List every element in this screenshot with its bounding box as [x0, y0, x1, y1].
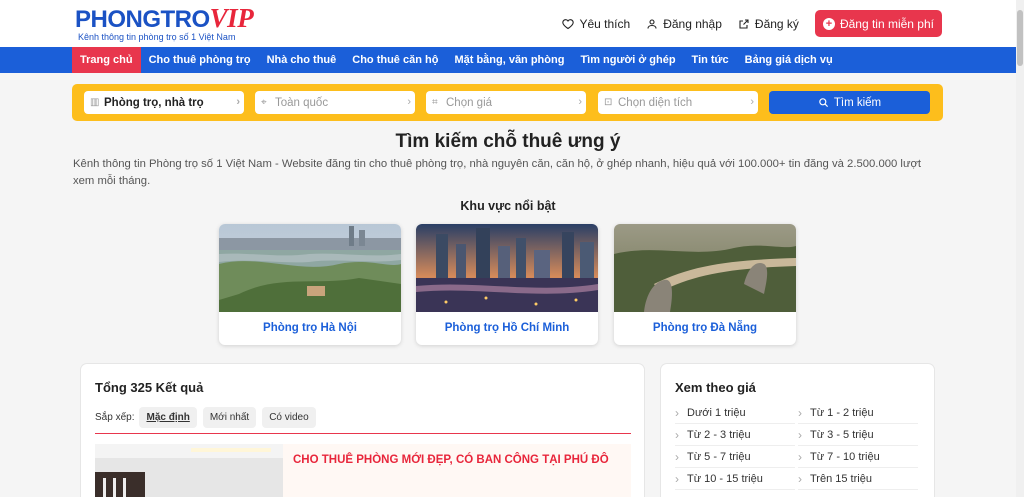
sort-video-button[interactable]: Có video: [262, 407, 316, 428]
main-nav: Trang chủ Cho thuê phòng trọ Nhà cho thu…: [0, 47, 1024, 73]
price-link[interactable]: Từ 5 - 7 triệu: [675, 446, 795, 468]
login-link[interactable]: Đăng nhập: [646, 17, 722, 31]
post-free-label: Đăng tin miễn phí: [839, 16, 934, 31]
listing-title[interactable]: CHO THUÊ PHÒNG MỚI ĐẸP, CÓ BAN CÔNG TẠI …: [293, 454, 623, 466]
intro-text: Kênh thông tin Phòng trọ số 1 Việt Nam -…: [73, 158, 922, 187]
area-select[interactable]: ⊡ Chọn diện tích ›: [598, 91, 758, 114]
category-select[interactable]: ▥ Phòng trọ, nhà trọ ›: [84, 91, 244, 114]
city-card-hochiminh[interactable]: Phòng trọ Hồ Chí Minh: [416, 224, 598, 345]
price-filter-panel: Xem theo giá Dưới 1 triệu Từ 1 - 2 triệu…: [661, 364, 934, 497]
city-label-hochiminh: Phòng trọ Hồ Chí Minh: [444, 322, 570, 334]
post-free-button[interactable]: + Đăng tin miễn phí: [814, 10, 942, 37]
nav-item-offices[interactable]: Mặt bằng, văn phòng: [446, 47, 572, 73]
danang-image: [614, 224, 796, 312]
favorites-label: Yêu thích: [579, 16, 631, 31]
listing-highlight: [283, 444, 631, 497]
login-label: Đăng nhập: [663, 16, 722, 31]
location-select[interactable]: ⌖ Toàn quốc ›: [255, 91, 415, 114]
city-card-hanoi[interactable]: Phòng trọ Hà Nội: [219, 224, 401, 345]
nav-item-rooms[interactable]: Cho thuê phòng trọ: [141, 47, 259, 73]
building-icon: ▥: [90, 97, 100, 108]
price-link[interactable]: Từ 3 - 5 triệu: [798, 424, 918, 446]
header-actions: Yêu thích Đăng nhập Đăng ký + Đăng tin m…: [546, 10, 942, 37]
register-label: Đăng ký: [754, 16, 799, 31]
price-value: Chọn giá: [446, 96, 493, 109]
category-value: Phòng trọ, nhà trọ: [104, 96, 204, 109]
price-select[interactable]: ⌗ Chọn giá ›: [426, 91, 586, 114]
user-icon: [647, 18, 657, 29]
hanoi-image: [219, 224, 401, 312]
nav-item-roommates[interactable]: Tìm người ở ghép: [572, 47, 683, 73]
price-link[interactable]: Trên 15 triệu: [798, 468, 918, 490]
results-panel: Tổng 325 Kết quả Sắp xếp: Mặc định Mới n…: [81, 364, 644, 497]
price-link[interactable]: Từ 1 - 2 triệu: [798, 402, 918, 424]
heart-icon: [562, 18, 575, 29]
tag-icon: ⌗: [432, 97, 438, 108]
price-link[interactable]: Từ 7 - 10 triệu: [798, 446, 918, 468]
location-value: Toàn quốc: [275, 96, 329, 109]
sort-default-button[interactable]: Mặc định: [139, 407, 197, 428]
favorites-link[interactable]: Yêu thích: [562, 17, 630, 31]
nav-item-houses[interactable]: Nhà cho thuê: [259, 47, 345, 73]
site-logo[interactable]: PHONGTROVIP Kênh thông tin phòng trọ số …: [75, 3, 254, 42]
chevron-right-icon: ›: [407, 96, 411, 108]
sort-bar: Sắp xếp: Mặc định Mới nhất Có video: [95, 407, 322, 428]
site-header: PHONGTROVIP Kênh thông tin phòng trọ số …: [0, 0, 1024, 47]
hochiminh-image: [416, 224, 598, 312]
price-filter-title: Xem theo giá: [675, 380, 756, 395]
price-link[interactable]: Từ 10 - 15 triệu: [675, 468, 795, 490]
crop-icon: ⊡: [604, 97, 613, 108]
featured-areas-title: Khu vực nổi bật: [460, 199, 556, 213]
nav-item-home[interactable]: Trang chủ: [72, 47, 141, 73]
search-icon: [819, 98, 828, 108]
divider: [95, 433, 631, 434]
results-count-title: Tổng 325 Kết quả: [95, 380, 204, 395]
nav-item-news[interactable]: Tin tức: [684, 47, 737, 73]
chevron-right-icon: ›: [236, 96, 240, 108]
price-link[interactable]: Dưới 1 triệu: [675, 402, 795, 424]
plus-icon: +: [822, 17, 835, 30]
search-button-label: Tìm kiếm: [833, 96, 882, 109]
search-bar: ▥ Phòng trọ, nhà trọ › ⌖ Toàn quốc › ⌗ C…: [72, 84, 943, 121]
city-card-danang[interactable]: Phòng trọ Đà Nẵng: [614, 224, 796, 345]
page-title: Tìm kiếm chỗ thuê ưng ý: [395, 131, 621, 152]
page-scrollbar[interactable]: [1016, 0, 1024, 497]
city-label-danang: Phòng trọ Đà Nẵng: [652, 322, 758, 334]
logo-tagline: Kênh thông tin phòng trọ số 1 Việt Nam: [78, 32, 236, 42]
sort-newest-button[interactable]: Mới nhất: [202, 407, 257, 428]
search-button[interactable]: Tìm kiếm: [769, 91, 930, 114]
nav-item-apartments[interactable]: Cho thuê căn hộ: [344, 47, 446, 73]
chevron-right-icon: ›: [750, 96, 754, 108]
listing-thumbnail[interactable]: [95, 444, 283, 497]
chevron-right-icon: ›: [578, 96, 582, 108]
sort-label: Sắp xếp:: [95, 412, 135, 423]
logo-text-vip: VIP: [209, 3, 254, 33]
area-value: Chọn diện tích: [618, 96, 693, 109]
scrollbar-thumb[interactable]: [1017, 10, 1023, 66]
city-label-hanoi: Phòng trọ Hà Nội: [263, 322, 357, 334]
price-link[interactable]: Từ 2 - 3 triệu: [675, 424, 795, 446]
register-link[interactable]: Đăng ký: [738, 17, 799, 31]
external-link-icon: [739, 18, 749, 29]
location-pin-icon: ⌖: [261, 97, 267, 108]
nav-item-pricing[interactable]: Bảng giá dịch vụ: [737, 47, 841, 73]
logo-text-main: PHONGTRO: [75, 6, 210, 33]
